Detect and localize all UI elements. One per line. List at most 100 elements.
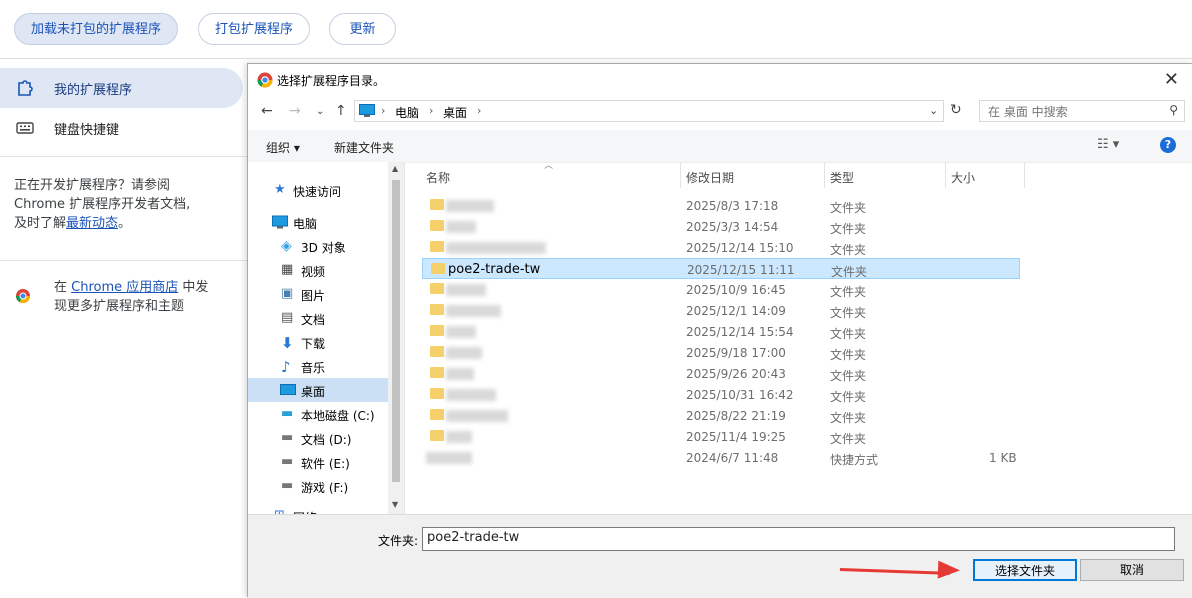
folder-icon: [430, 430, 444, 441]
tree-scrollbar[interactable]: ▲ ▼: [388, 162, 404, 514]
folder-name-input[interactable]: poe2-trade-tw: [422, 527, 1175, 551]
latest-news-link[interactable]: 最新动态: [66, 216, 118, 231]
recent-dropdown-icon[interactable]: ⌄: [316, 106, 324, 117]
column-separator[interactable]: [945, 162, 946, 188]
column-date[interactable]: 修改日期: [686, 169, 734, 186]
tree-item-label: 本地磁盘 (C:): [301, 409, 375, 423]
column-name[interactable]: 名称: [426, 169, 450, 186]
tree-item-documents[interactable]: ▤ 文档: [248, 306, 388, 330]
tree-item-label: 软件 (E:): [301, 457, 350, 471]
file-row[interactable]: 2025/3/3 14:54 文件夹: [422, 216, 1020, 237]
address-bar[interactable]: › 电脑 › 桌面 › ⌄: [354, 100, 944, 122]
scroll-up-icon[interactable]: ▲: [392, 164, 398, 173]
file-row[interactable]: 2025/9/18 17:00 文件夹: [422, 342, 1020, 363]
help-icon[interactable]: ?: [1160, 137, 1176, 153]
sidebar: 我的扩展程序 键盘快捷键 正在开发扩展程序？请参阅 Chrome 扩展程序开发者…: [0, 60, 248, 596]
address-row: ← → ⌄ ↑ › 电脑 › 桌面 › ⌄ ↻ ⚲: [248, 96, 1192, 126]
tree-item-network[interactable]: ⊞ 网络: [248, 504, 388, 514]
sidebar-item-label: 键盘快捷键: [54, 123, 120, 138]
organize-menu[interactable]: 组织 ▾: [266, 139, 300, 156]
redacted-filename: [446, 368, 474, 380]
file-row[interactable]: 2025/12/1 14:09 文件夹: [422, 300, 1020, 321]
file-date: 2025/12/14 15:10: [686, 241, 794, 255]
folder-icon: [430, 346, 444, 357]
tree-item-downloads[interactable]: ⬇ 下载: [248, 330, 388, 354]
close-icon[interactable]: ✕: [1164, 69, 1179, 90]
tree-item-drive-f[interactable]: ▬ 游戏 (F:): [248, 474, 388, 498]
file-type: 快捷方式: [830, 453, 879, 467]
dev-text-line2: Chrome 扩展程序开发者文档,: [14, 197, 191, 212]
sidebar-item-my-extensions[interactable]: 我的扩展程序: [0, 68, 243, 108]
file-row[interactable]: 2025/9/26 20:43 文件夹: [422, 363, 1020, 384]
tree-item-label: 音乐: [301, 361, 326, 375]
redacted-filename: [446, 347, 482, 359]
file-row[interactable]: 2025/10/9 16:45 文件夹: [422, 279, 1020, 300]
drive-icon: ▬: [281, 454, 294, 469]
file-row[interactable]: 2024/6/7 11:48 快捷方式 1 KB: [422, 447, 1020, 468]
scroll-thumb[interactable]: [392, 180, 400, 482]
file-date: 2025/12/1 14:09: [686, 304, 786, 318]
tree-item-drive-c[interactable]: ▬ 本地磁盘 (C:): [248, 402, 388, 426]
tree-item-desktop[interactable]: 桌面: [248, 378, 388, 402]
tree-item-drive-e[interactable]: ▬ 软件 (E:): [248, 450, 388, 474]
tree-item-label: 下载: [301, 337, 326, 351]
file-row[interactable]: 2025/10/31 16:42 文件夹: [422, 384, 1020, 405]
breadcrumb-computer[interactable]: 电脑: [395, 104, 419, 121]
sidebar-item-label: 我的扩展程序: [54, 83, 133, 98]
breadcrumb-separator: ›: [477, 104, 482, 117]
folder-icon: [430, 409, 444, 420]
drive-icon: ▬: [281, 430, 294, 445]
up-arrow-icon[interactable]: ↑: [335, 103, 347, 119]
column-separator[interactable]: [680, 162, 681, 188]
file-row[interactable]: 2025/8/3 17:18 文件夹: [422, 195, 1020, 216]
file-type: 文件夹: [830, 327, 867, 341]
tree-item-videos[interactable]: ▦ 视频: [248, 258, 388, 282]
folder-icon: [430, 199, 444, 210]
dialog-toolbar: 组织 ▾ 新建文件夹 ☷ ▾ ?: [248, 130, 1192, 163]
file-row[interactable]: 2025/11/4 19:25 文件夹: [422, 426, 1020, 447]
file-name: poe2-trade-tw: [448, 262, 541, 277]
breadcrumb-desktop[interactable]: 桌面: [443, 104, 467, 121]
address-dropdown-icon[interactable]: ⌄: [929, 104, 938, 117]
pack-extension-button[interactable]: 打包扩展程序: [198, 13, 310, 45]
dev-text-end: 。: [118, 216, 132, 231]
cancel-button[interactable]: 取消: [1080, 559, 1184, 581]
file-row[interactable]: 2025/12/14 15:10 文件夹: [422, 237, 1020, 258]
tree-item-drive-d[interactable]: ▬ 文档 (D:): [248, 426, 388, 450]
sidebar-item-keyboard-shortcuts[interactable]: 键盘快捷键: [0, 108, 243, 148]
column-size[interactable]: 大小: [951, 169, 975, 186]
file-row-selected[interactable]: poe2-trade-tw 2025/12/15 11:11 文件夹: [422, 258, 1020, 279]
sort-ascending-icon: ︿: [544, 161, 554, 171]
tree-item-music[interactable]: ♪ 音乐: [248, 354, 388, 378]
tree-item-computer[interactable]: 电脑: [248, 210, 388, 234]
tree-item-label: 文档 (D:): [301, 433, 352, 447]
dialog-footer: 文件夹: poe2-trade-tw 选择文件夹 取消: [248, 514, 1192, 598]
file-row[interactable]: 2025/12/14 15:54 文件夹: [422, 321, 1020, 342]
view-options-icon[interactable]: ☷ ▾: [1097, 137, 1119, 152]
music-icon: ♪: [281, 358, 291, 376]
tree-item-quick-access[interactable]: ★ 快速访问: [248, 178, 388, 202]
update-button[interactable]: 更新: [329, 13, 396, 45]
column-separator[interactable]: [1024, 162, 1025, 188]
forward-arrow-icon[interactable]: →: [289, 103, 301, 119]
new-folder-button[interactable]: 新建文件夹: [334, 139, 394, 156]
breadcrumb-separator: ›: [429, 104, 434, 117]
column-separator[interactable]: [824, 162, 825, 188]
chrome-webstore-link[interactable]: Chrome 应用商店: [71, 280, 178, 295]
refresh-icon[interactable]: ↻: [950, 102, 962, 118]
search-input[interactable]: [986, 102, 1160, 122]
file-row[interactable]: 2025/8/22 21:19 文件夹: [422, 405, 1020, 426]
back-arrow-icon[interactable]: ←: [261, 103, 273, 119]
load-unpacked-button[interactable]: 加载未打包的扩展程序: [14, 13, 178, 45]
tree-item-3d-objects[interactable]: ◈ 3D 对象: [248, 234, 388, 258]
folder-icon: [430, 325, 444, 336]
search-box[interactable]: ⚲: [979, 100, 1185, 122]
scroll-down-icon[interactable]: ▼: [392, 500, 398, 509]
file-date: 2025/8/22 21:19: [686, 409, 786, 423]
select-folder-button[interactable]: 选择文件夹: [973, 559, 1077, 581]
drive-icon: ▬: [281, 406, 294, 421]
redacted-filename: [446, 431, 472, 443]
column-type[interactable]: 类型: [830, 169, 854, 186]
tree-item-pictures[interactable]: ▣ 图片: [248, 282, 388, 306]
file-type: 文件夹: [830, 243, 867, 257]
